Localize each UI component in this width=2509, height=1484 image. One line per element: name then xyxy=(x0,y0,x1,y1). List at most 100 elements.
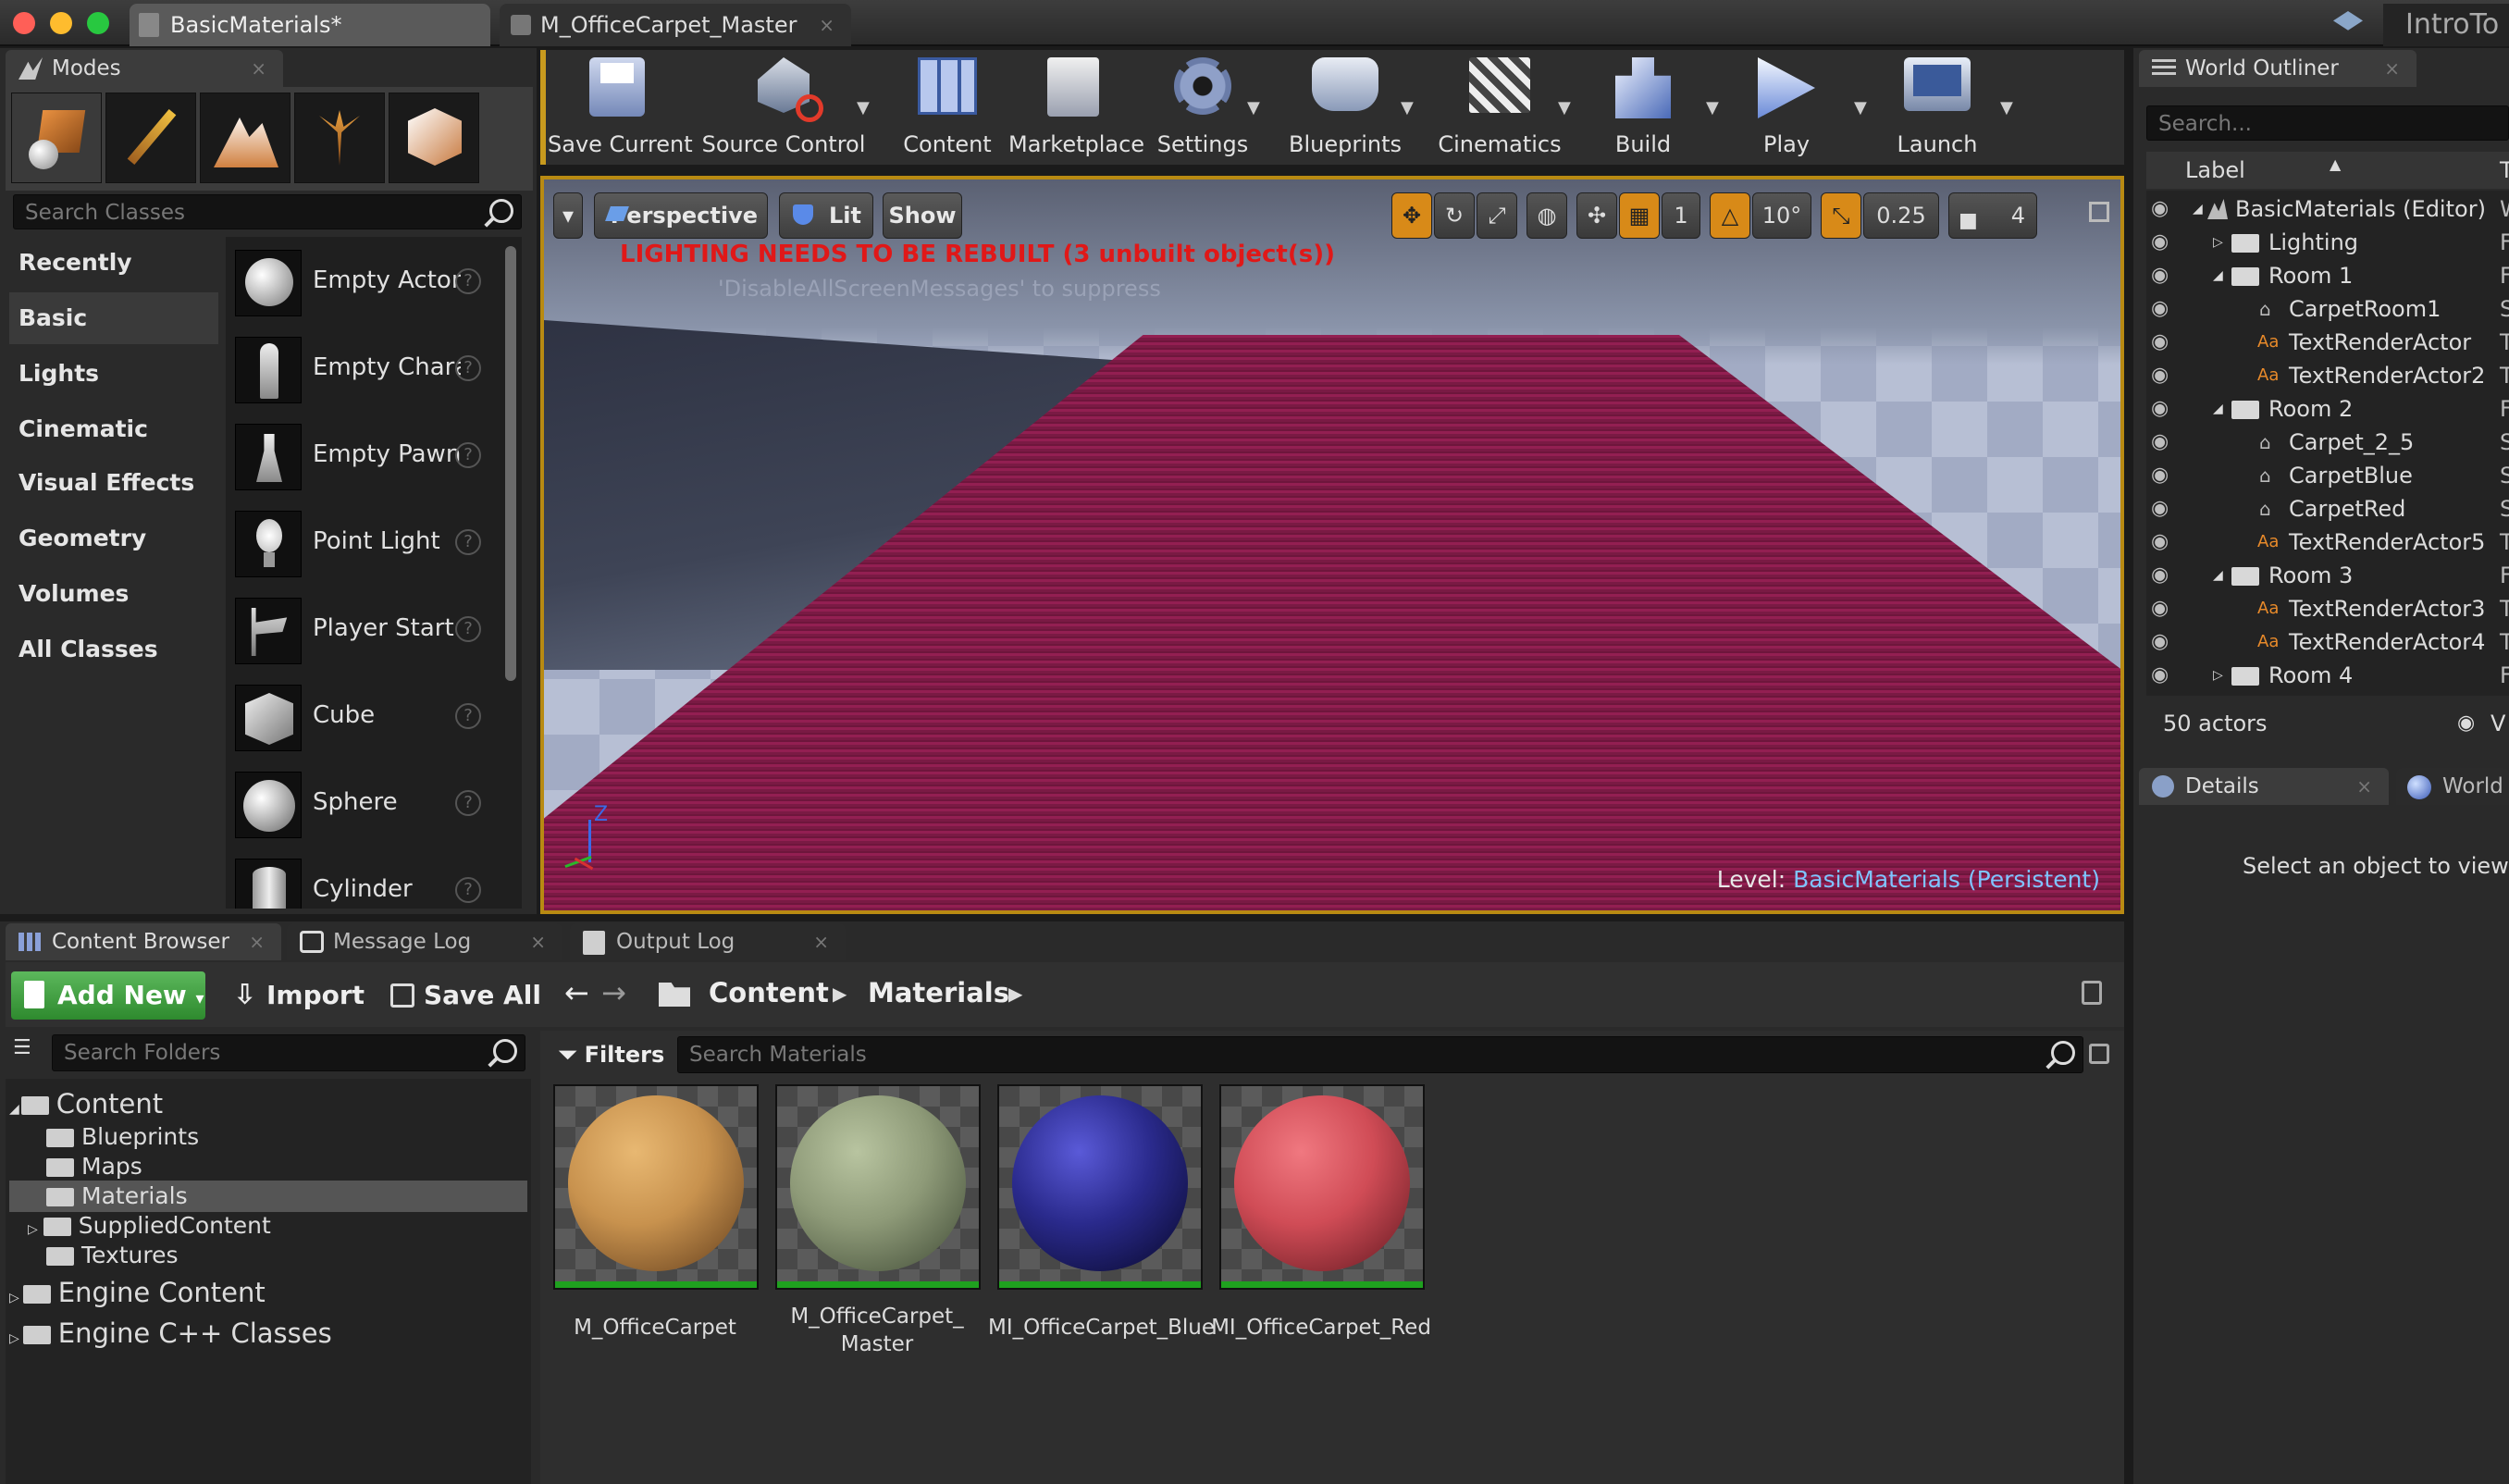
folder-maps[interactable]: Maps xyxy=(9,1151,527,1182)
asset-m-officecarpet[interactable] xyxy=(553,1084,759,1290)
placeable-empty-character[interactable]: Empty Character ? xyxy=(229,328,488,411)
help-icon[interactable]: ? xyxy=(455,355,481,381)
viewport-options-button[interactable]: ▾ xyxy=(553,192,583,239)
help-icon[interactable]: ? xyxy=(455,529,481,555)
search-classes-input[interactable]: Search Classes xyxy=(13,194,522,229)
lit-mode-button[interactable]: Lit xyxy=(779,192,873,239)
save-all-button[interactable]: Save All xyxy=(387,971,544,1020)
tab-message-log[interactable]: Message Log × xyxy=(287,923,562,960)
asset-m-officecarpet-master[interactable] xyxy=(775,1084,981,1290)
help-icon[interactable]: ? xyxy=(455,442,481,468)
visibility-eye-icon[interactable]: ◉ xyxy=(2151,592,2169,625)
close-tab-icon[interactable]: × xyxy=(530,923,546,960)
folder-engine-cpp-classes[interactable]: ▷ Engine C++ Classes xyxy=(9,1317,527,1349)
placeable-empty-actor[interactable]: Empty Actor ? xyxy=(229,241,488,324)
back-arrow-icon[interactable]: ← xyxy=(564,975,589,1010)
close-tab-icon[interactable]: × xyxy=(819,4,834,46)
place-mode-icon[interactable] xyxy=(11,93,102,183)
view-options-label[interactable]: V xyxy=(2490,705,2505,742)
placeable-player-start[interactable]: Player Start ? xyxy=(229,588,488,672)
marketplace-button[interactable]: Marketplace xyxy=(1008,54,1144,161)
asset-mi-officecarpet-blue[interactable] xyxy=(997,1084,1203,1290)
collapsed-arrow-icon[interactable]: ▷ xyxy=(2213,659,2223,692)
help-icon[interactable]: ? xyxy=(455,616,481,642)
breadcrumb-separator-icon[interactable]: ▶ xyxy=(1008,983,1022,1005)
category-recently-placed[interactable]: Recently Placed xyxy=(9,237,218,328)
folder-engine-content[interactable]: ▷ Engine Content xyxy=(9,1277,527,1308)
play-button[interactable]: Play xyxy=(1736,54,1837,161)
import-button[interactable]: ⇩ Import xyxy=(229,971,368,1020)
visibility-eye-icon[interactable]: ◉ xyxy=(2151,392,2169,426)
cinematics-dropdown-icon[interactable]: ▼ xyxy=(1558,98,1571,117)
tab-content-browser[interactable]: Content Browser × xyxy=(6,923,281,960)
outliner-row-carpetroom1[interactable]: ◉ ⌂ CarpetRoom1 S xyxy=(2146,292,2509,326)
grid-snap-icon[interactable]: ▦ xyxy=(1619,192,1660,239)
outliner-row-room1[interactable]: ◉ ◢ Room 1 F xyxy=(2146,259,2509,292)
tab-world-settings[interactable]: World xyxy=(2396,768,2509,805)
close-tab-icon[interactable]: × xyxy=(2384,50,2400,87)
label-column-header[interactable]: Label xyxy=(2185,152,2245,189)
category-lights[interactable]: Lights xyxy=(9,348,218,400)
outliner-row-world[interactable]: ◉ ◢ BasicMaterials (Editor) W xyxy=(2146,192,2509,226)
visibility-eye-icon[interactable]: ◉ xyxy=(2151,292,2169,326)
outliner-row-carpet-2-5[interactable]: ◉ ⌂ Carpet_2_5 S xyxy=(2146,426,2509,459)
tab-world-outliner[interactable]: World Outliner × xyxy=(2139,50,2416,87)
folder-suppliedcontent[interactable]: ▷ SuppliedContent xyxy=(9,1210,527,1242)
perspective-button[interactable]: Perspective xyxy=(594,192,768,239)
cinematics-button[interactable]: Cinematics xyxy=(1430,54,1569,161)
expanded-arrow-icon[interactable]: ◢ xyxy=(2213,559,2223,592)
graduation-cap-icon[interactable] xyxy=(2333,11,2363,31)
forward-arrow-icon[interactable]: → xyxy=(601,975,626,1010)
visibility-eye-icon[interactable]: ◉ xyxy=(2151,459,2169,492)
launch-dropdown-icon[interactable]: ▼ xyxy=(2000,98,2013,117)
settings-button[interactable]: Settings xyxy=(1147,54,1258,161)
build-dropdown-icon[interactable]: ▼ xyxy=(1706,98,1719,117)
play-dropdown-icon[interactable]: ▼ xyxy=(1854,98,1867,117)
help-icon[interactable]: ? xyxy=(455,877,481,903)
type-column-header[interactable]: T xyxy=(2500,152,2509,189)
show-button[interactable]: Show xyxy=(883,192,962,239)
search-folders-input[interactable]: Search Folders xyxy=(52,1034,525,1071)
expanded-arrow-icon[interactable]: ◢ xyxy=(2193,192,2203,226)
scale-snap-icon[interactable]: ⤡ xyxy=(1821,192,1861,239)
placeable-cylinder[interactable]: Cylinder ? xyxy=(229,849,488,909)
maximize-viewport-icon[interactable] xyxy=(2089,202,2109,222)
placeable-list-scrollbar[interactable] xyxy=(505,246,516,681)
close-tab-icon[interactable]: × xyxy=(813,923,829,960)
outliner-row-room2[interactable]: ◉ ◢ Room 2 F xyxy=(2146,392,2509,426)
document-tab-basicmaterials[interactable]: BasicMaterials* xyxy=(130,4,490,46)
visibility-eye-icon[interactable]: ◉ xyxy=(2151,226,2169,259)
visibility-eye-icon[interactable]: ◉ xyxy=(2151,259,2169,292)
category-all-classes[interactable]: All Classes xyxy=(9,624,218,675)
paint-mode-icon[interactable] xyxy=(105,93,196,183)
rotation-snap-icon[interactable]: △ xyxy=(1710,192,1750,239)
help-icon[interactable]: ? xyxy=(455,703,481,729)
category-cinematic[interactable]: Cinematic xyxy=(9,403,218,455)
level-viewport[interactable]: ▾ Perspective Lit Show ✥ ↻ ⤢ ◍ ✣ ▦ 1 △ 1… xyxy=(540,176,2124,914)
close-tab-icon[interactable]: × xyxy=(251,50,266,87)
visibility-eye-icon[interactable]: ◉ xyxy=(2151,192,2169,226)
visibility-eye-icon[interactable]: ◉ xyxy=(2151,659,2169,692)
outliner-row-room4[interactable]: ◉ ▷ Room 4 F xyxy=(2146,659,2509,692)
expanded-arrow-icon[interactable]: ◢ xyxy=(2213,392,2223,426)
category-volumes[interactable]: Volumes xyxy=(9,568,218,620)
build-button[interactable]: Build xyxy=(1588,54,1699,161)
category-geometry[interactable]: Geometry xyxy=(9,513,218,564)
close-tab-icon[interactable]: × xyxy=(249,923,265,960)
rotation-snap-value[interactable]: 10° xyxy=(1752,192,1811,239)
help-icon[interactable]: ? xyxy=(455,268,481,294)
camera-speed-button[interactable]: ■ 4 xyxy=(1948,192,2037,239)
outliner-row-room3[interactable]: ◉ ◢ Room 3 F xyxy=(2146,559,2509,592)
category-basic[interactable]: Basic xyxy=(9,292,218,344)
outliner-search-input[interactable]: Search... xyxy=(2146,105,2509,141)
scale-snap-value[interactable]: 0.25 xyxy=(1863,192,1939,239)
visibility-eye-icon[interactable]: ◉ xyxy=(2151,326,2169,359)
translate-icon[interactable]: ✥ xyxy=(1391,192,1432,239)
save-search-icon[interactable] xyxy=(2089,1044,2109,1064)
minimize-window-button[interactable] xyxy=(50,12,72,34)
grid-snap-value[interactable]: 1 xyxy=(1662,192,1700,239)
breadcrumb-content[interactable]: Content xyxy=(709,977,829,1008)
outliner-row-textrenderactor4[interactable]: ◉ Aa TextRenderActor4 T xyxy=(2146,625,2509,659)
lock-icon[interactable] xyxy=(2082,981,2102,1005)
add-new-button[interactable]: Add New ▾ xyxy=(11,971,205,1020)
